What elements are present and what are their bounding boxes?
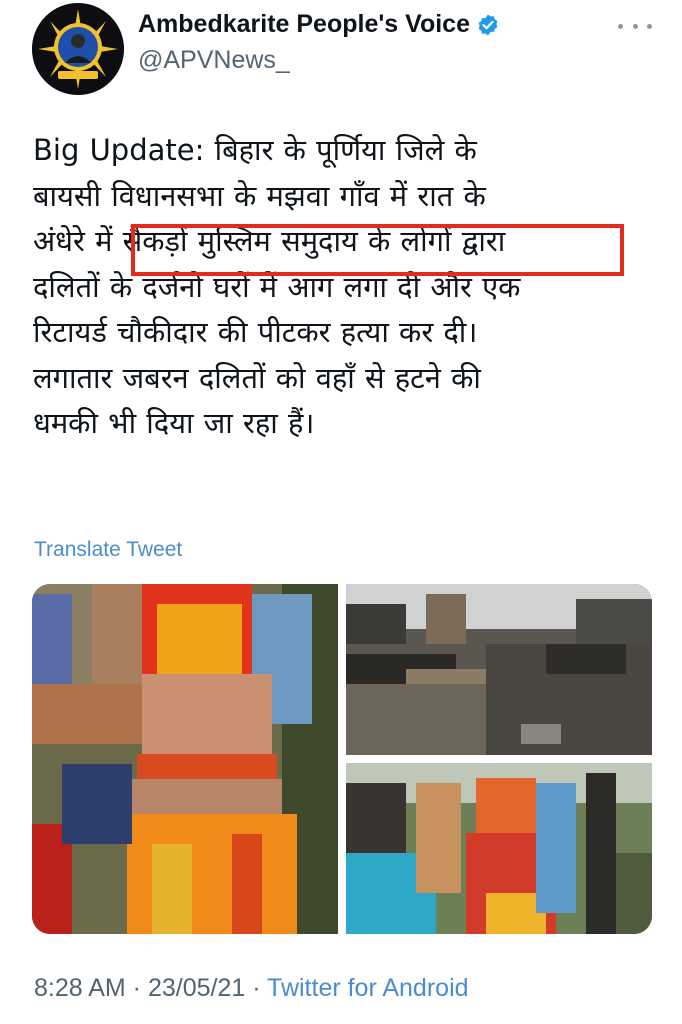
meta-separator: ·: [245, 974, 268, 1002]
meta-separator: ·: [125, 974, 148, 1002]
tweet-line: लगातार जबरन दलितों को वहाँ से हटने की: [33, 360, 481, 395]
author-name-row[interactable]: Ambedkarite People's Voice: [138, 10, 500, 39]
dot: [618, 23, 623, 29]
dot: [632, 23, 638, 29]
tweet-meta: 8:28 AM · 23/05/21 · Twitter for Android: [34, 974, 469, 1003]
more-options-icon[interactable]: [618, 14, 652, 38]
photo-burnt-houses[interactable]: [346, 584, 652, 755]
tweet-line: Big Update: बिहार के पूर्णिया जिले के: [33, 133, 477, 167]
translate-tweet-link[interactable]: Translate Tweet: [34, 538, 182, 562]
photo-crowd[interactable]: [346, 763, 652, 934]
verified-badge-icon: [478, 14, 498, 35]
display-name[interactable]: Ambedkarite People's Voice: [138, 10, 470, 39]
tweet-time: 8:28 AM: [34, 974, 126, 1002]
tweet-source-link[interactable]: Twitter for Android: [267, 974, 468, 1002]
tweet-line: अंधेरे में सैकड़ों मुस्लिम समुदाय के लोग…: [33, 224, 506, 258]
account-handle[interactable]: @APVNews_: [138, 46, 290, 75]
tweet-line: धमकी भी दिया जा रहा हैं।: [33, 406, 315, 440]
avatar[interactable]: [32, 3, 124, 95]
tweet-text: Big Update: बिहार के पूर्णिया जिले के बा…: [33, 128, 653, 447]
avatar-logo-icon: [32, 3, 124, 95]
tweet-line: रिटायर्ड चौकीदार की पीटकर हत्या कर दी।: [33, 315, 478, 349]
tweet-line: दलितों के दर्जनो घरों में आग लगा दी और ए…: [33, 269, 521, 304]
tweet-date: 23/05/21: [147, 974, 246, 1002]
photo-woman-back[interactable]: [32, 584, 338, 934]
dot: [647, 23, 652, 29]
media-grid: [32, 584, 652, 934]
tweet-line: बायसी विधानसभा के मझवा गाँव में रात के: [33, 178, 486, 213]
